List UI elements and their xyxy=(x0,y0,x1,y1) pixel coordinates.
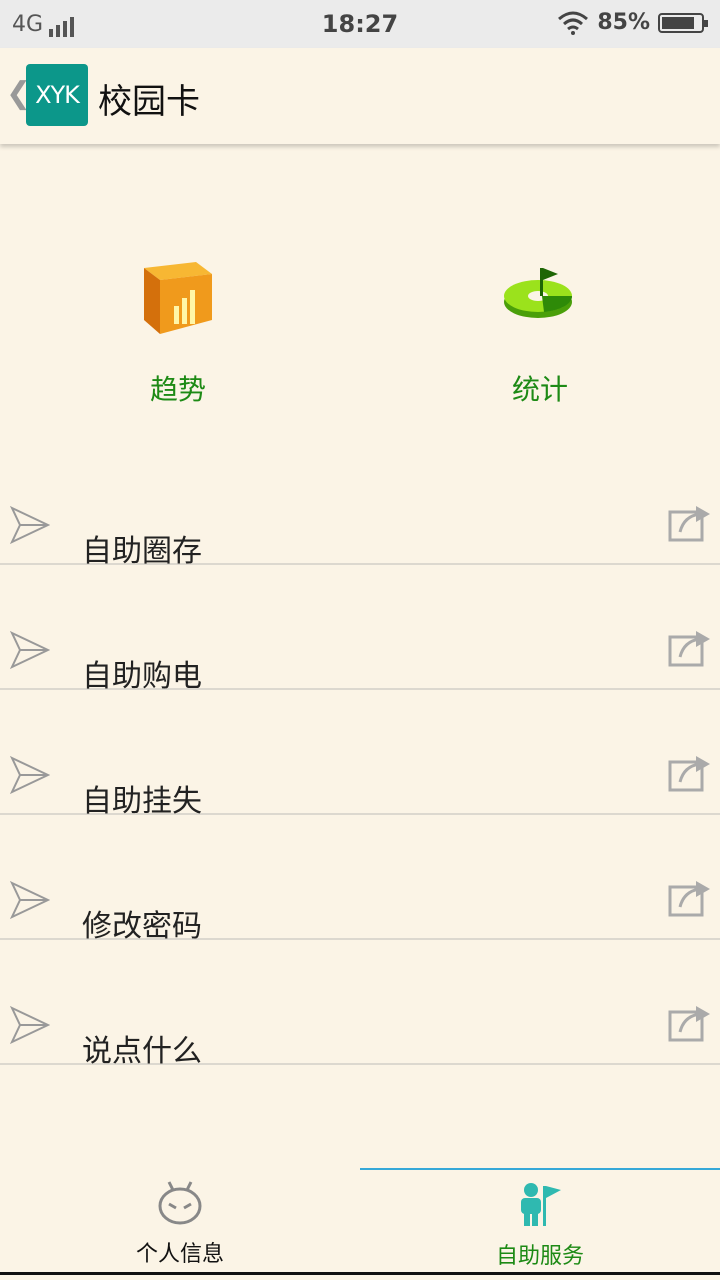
app-logo[interactable]: XYK xyxy=(26,64,88,126)
menu-item[interactable]: 自助购电 xyxy=(0,625,720,694)
pie-chart-icon xyxy=(504,268,573,318)
nav-bottom-border xyxy=(0,1272,720,1275)
share-icon[interactable] xyxy=(666,627,712,669)
send-icon xyxy=(10,631,50,669)
menu-item-label: 自助圈存 xyxy=(82,534,202,569)
share-icon[interactable] xyxy=(666,502,712,544)
send-icon xyxy=(10,1006,50,1044)
feature-trend-label: 趋势 xyxy=(149,373,206,406)
wifi-icon xyxy=(558,11,589,35)
battery-icon xyxy=(658,12,708,33)
tab-self-service-label: 自助服务 xyxy=(495,1244,584,1269)
page-title: 校园卡 xyxy=(98,82,200,122)
feature-trend[interactable]: 趋势 xyxy=(88,258,268,408)
send-icon xyxy=(10,756,50,794)
trend-cube-icon xyxy=(144,262,212,334)
person-flag-icon xyxy=(521,1183,561,1226)
menu-item-label: 自助购电 xyxy=(82,659,202,694)
menu-item[interactable]: 自助挂失 xyxy=(0,750,720,819)
share-icon[interactable] xyxy=(666,752,712,794)
menu-item[interactable]: 修改密码 xyxy=(0,875,720,944)
menu-item-label: 修改密码 xyxy=(82,909,202,944)
menu-item-label: 自助挂失 xyxy=(82,784,202,819)
tab-personal-info[interactable]: 个人信息 xyxy=(0,1168,360,1274)
battery-percent: 85% xyxy=(597,10,650,35)
share-icon[interactable] xyxy=(666,877,712,919)
tab-personal-info-label: 个人信息 xyxy=(135,1242,224,1267)
tab-self-service[interactable]: 自助服务 xyxy=(360,1168,720,1276)
app-bar: ❮ XYK 校园卡 xyxy=(0,48,720,144)
menu-item[interactable]: 说点什么 xyxy=(0,1000,720,1069)
share-icon[interactable] xyxy=(666,1002,712,1044)
robot-face-icon xyxy=(158,1181,202,1225)
feature-stats[interactable]: 统计 xyxy=(450,258,630,408)
status-bar: 4G 18:27 85% xyxy=(0,0,720,48)
send-icon xyxy=(10,506,50,544)
send-icon xyxy=(10,881,50,919)
menu-item-label: 说点什么 xyxy=(82,1034,202,1069)
status-right: 85% xyxy=(557,10,708,35)
battery-level xyxy=(662,16,694,29)
bottom-nav: 个人信息 自助服务 xyxy=(0,1168,720,1280)
menu-item[interactable]: 自助圈存 xyxy=(0,500,720,569)
feature-stats-label: 统计 xyxy=(511,373,568,406)
